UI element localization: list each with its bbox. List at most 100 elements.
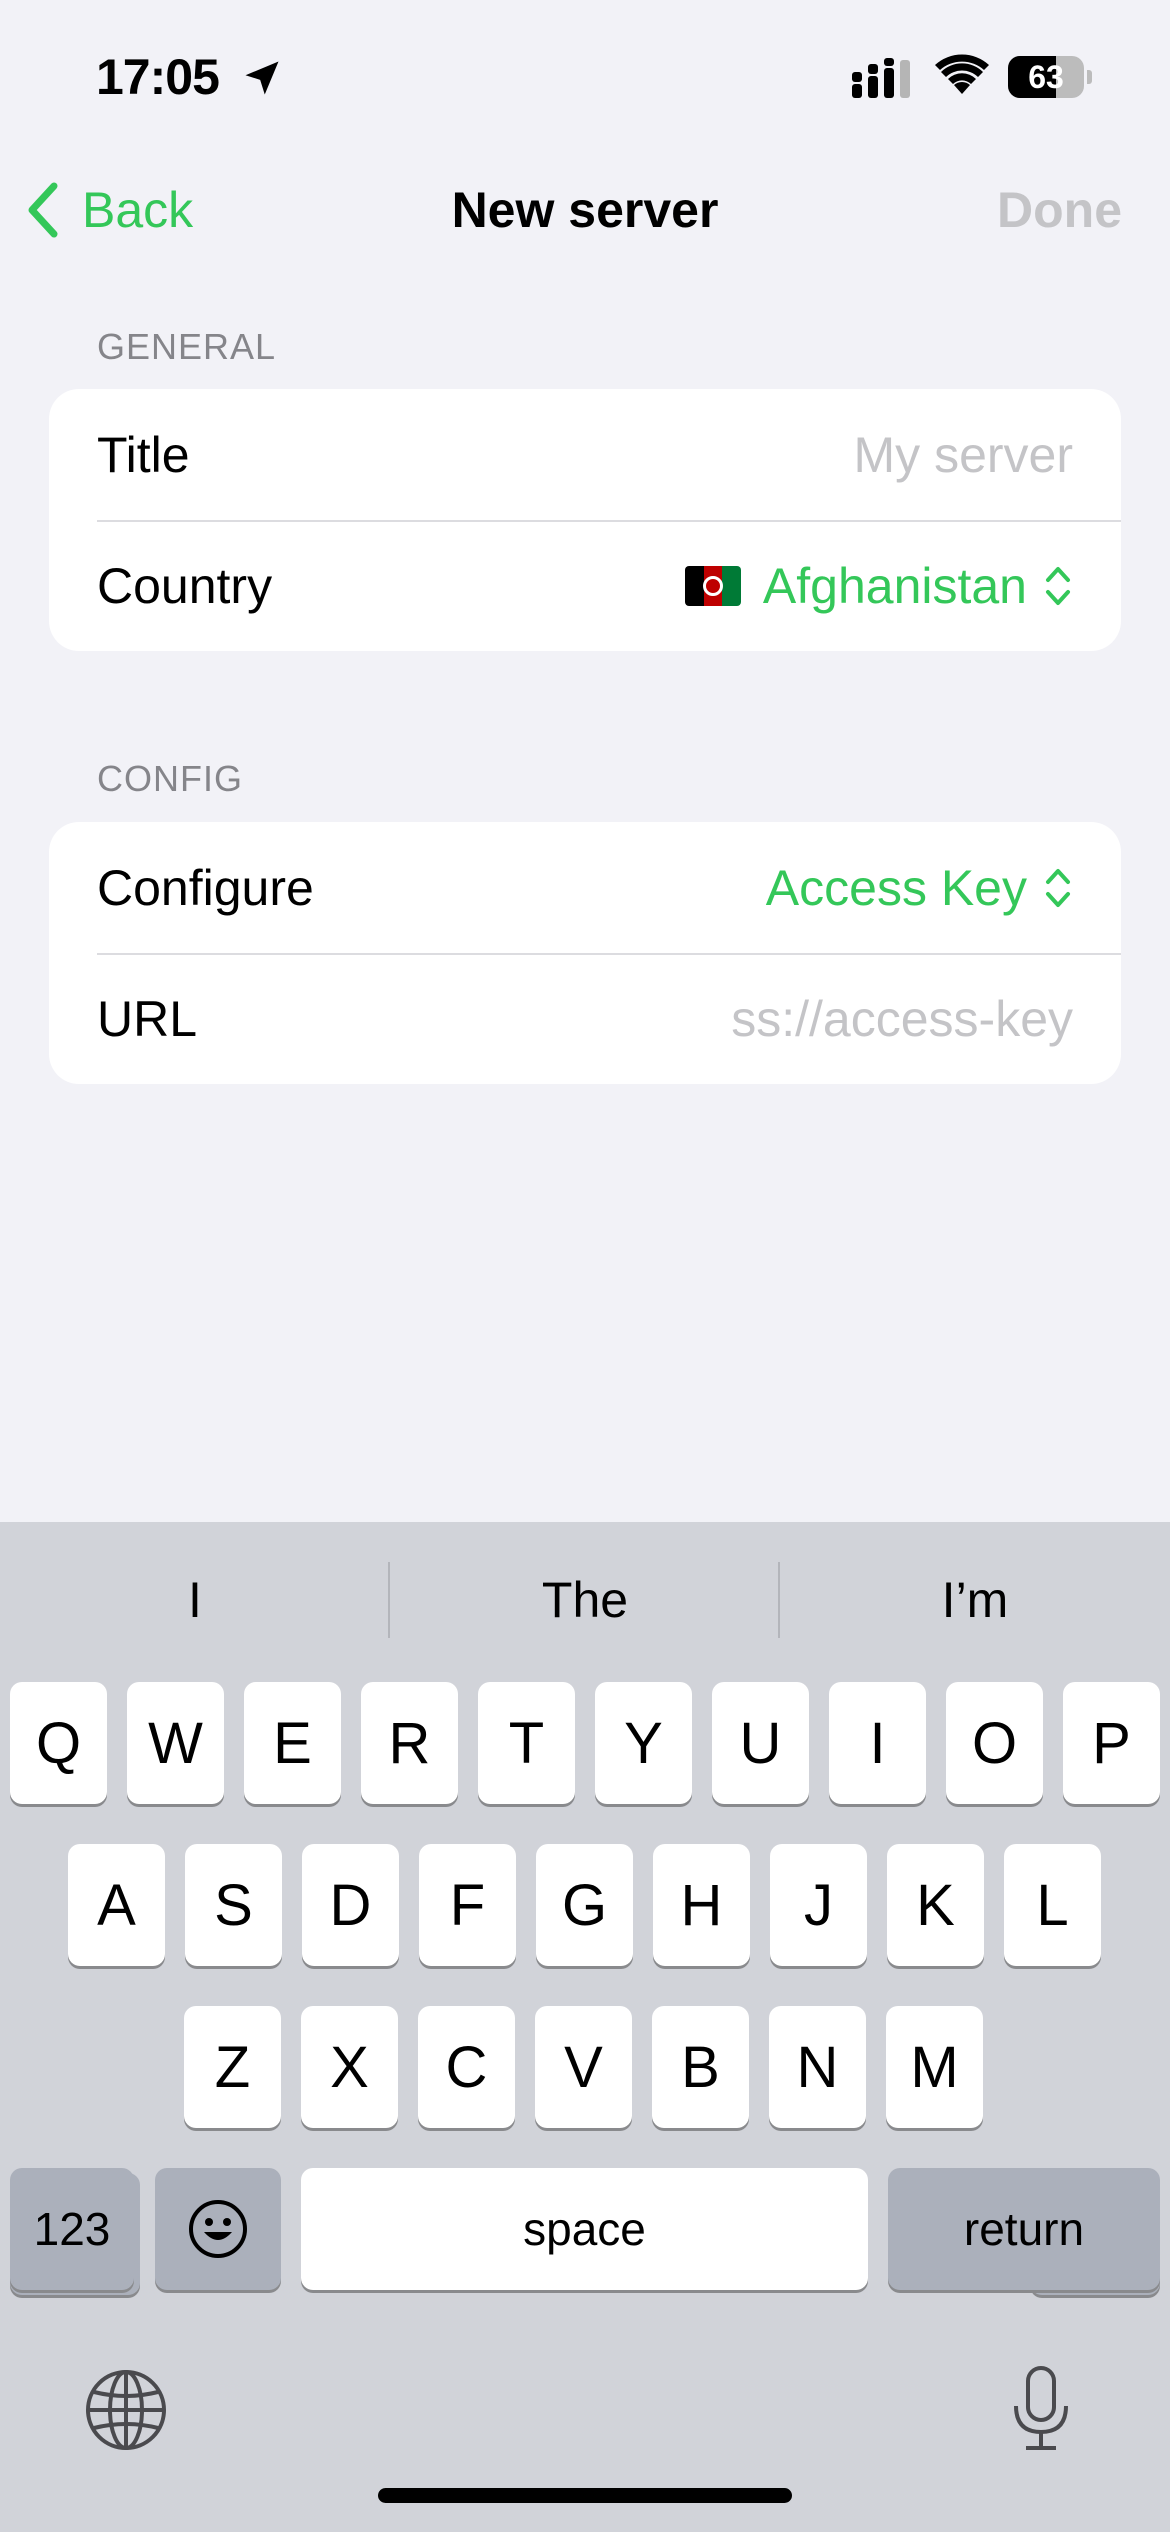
country-label: Country [97, 557, 273, 614]
key-y[interactable]: Y [595, 1682, 692, 1804]
emoji-icon [189, 2200, 247, 2258]
suggestion-divider [778, 1562, 780, 1638]
return-key-label: return [963, 2203, 1085, 2255]
country-picker[interactable]: Afghanistan [684, 557, 1073, 615]
key-label: J [804, 1872, 833, 1938]
key-x[interactable]: X [301, 2006, 398, 2128]
key-o[interactable]: O [946, 1682, 1043, 1804]
key-i[interactable]: I [829, 1682, 926, 1804]
battery-icon: 63 [1008, 56, 1092, 98]
key-b[interactable]: B [652, 2006, 749, 2128]
key-label: N [796, 2034, 839, 2100]
section-header-general: GENERAL [97, 326, 277, 367]
space-key-label: space [523, 2203, 646, 2255]
key-label: B [681, 2034, 720, 2100]
numbers-key-bottom[interactable]: 123 [10, 2168, 134, 2290]
key-c[interactable]: C [418, 2006, 515, 2128]
key-h[interactable]: H [653, 1844, 750, 1966]
key-s[interactable]: S [185, 1844, 282, 1966]
microphone-icon[interactable] [1010, 2364, 1072, 2454]
key-q[interactable]: Q [10, 1682, 107, 1804]
title-input[interactable]: My server [854, 426, 1073, 484]
status-bar: 17:05 63 [0, 0, 1170, 150]
title-label: Title [97, 426, 190, 483]
key-p[interactable]: P [1063, 1682, 1160, 1804]
key-a[interactable]: A [68, 1844, 165, 1966]
cellular-signal-icon [852, 58, 910, 98]
key-label: G [561, 1872, 608, 1938]
key-label: L [1036, 1872, 1069, 1938]
space-key[interactable]: space [301, 2168, 868, 2290]
key-label: D [329, 1872, 372, 1938]
url-input[interactable]: ss://access-key [731, 990, 1073, 1048]
screen: 17:05 63 Back New server Done GENERAL Ti… [0, 0, 1170, 2532]
key-label: O [971, 1710, 1018, 1776]
emoji-key[interactable] [155, 2168, 281, 2290]
page-title: New server [451, 182, 719, 238]
key-label: I [869, 1710, 886, 1776]
key-label: Q [35, 1710, 82, 1776]
key-u[interactable]: U [712, 1682, 809, 1804]
key-e[interactable]: E [244, 1682, 341, 1804]
key-label: H [680, 1872, 723, 1938]
chevron-up-down-icon [1046, 566, 1070, 605]
key-m[interactable]: M [886, 2006, 983, 2128]
key-k[interactable]: K [887, 1844, 984, 1966]
battery-percentage: 63 [1028, 59, 1064, 95]
key-l[interactable]: L [1004, 1844, 1101, 1966]
location-arrow-icon [245, 61, 279, 95]
suggestion-divider [388, 1562, 390, 1638]
configure-row[interactable]: Configure Access Key [49, 822, 1121, 953]
key-label: F [449, 1872, 486, 1938]
key-label: R [388, 1710, 431, 1776]
key-label: T [508, 1710, 545, 1776]
key-n[interactable]: N [769, 2006, 866, 2128]
key-v[interactable]: V [535, 2006, 632, 2128]
key-j[interactable]: J [770, 1844, 867, 1966]
url-row[interactable]: URL ss://access-key [49, 953, 1121, 1084]
country-value: Afghanistan [762, 557, 1027, 614]
key-d[interactable]: D [302, 1844, 399, 1966]
key-r[interactable]: R [361, 1682, 458, 1804]
key-label: K [916, 1872, 955, 1938]
home-indicator [378, 2488, 792, 2503]
url-label: URL [97, 990, 198, 1047]
key-label: C [445, 2034, 488, 2100]
key-label: Z [214, 2034, 251, 2100]
key-label: X [330, 2034, 369, 2100]
configure-value: Access Key [765, 859, 1027, 916]
afghanistan-flag-icon [684, 565, 741, 606]
key-label: M [910, 2034, 959, 2100]
keyboard: I The I’m QW E R T Y U I O P A S D F G H J K L Z X C V B N M [0, 1522, 1170, 2532]
wifi-icon [935, 54, 989, 94]
key-label: P [1092, 1710, 1131, 1776]
key-label: V [564, 2034, 603, 2100]
suggestion-2[interactable]: The [390, 1522, 780, 1678]
done-button[interactable]: Done [997, 178, 1122, 242]
status-time: 17:05 [96, 49, 220, 105]
key-label: E [273, 1710, 312, 1776]
country-row[interactable]: Country Afghanistan [49, 520, 1121, 651]
key-label: Y [624, 1710, 663, 1776]
key-f[interactable]: F [419, 1844, 516, 1966]
title-row[interactable]: Title My server [49, 389, 1121, 520]
suggestion-3[interactable]: I’m [780, 1522, 1170, 1678]
key-label: W [148, 1710, 203, 1776]
key-t[interactable]: T [478, 1682, 575, 1804]
configure-picker[interactable]: Access Key [766, 859, 1073, 917]
configure-label: Configure [97, 859, 314, 916]
key-g[interactable]: G [536, 1844, 633, 1966]
chevron-up-down-icon [1046, 868, 1070, 907]
key-w[interactable]: W [127, 1682, 224, 1804]
numbers-key-label: 123 [33, 2203, 111, 2255]
key-label: U [739, 1710, 782, 1776]
globe-icon[interactable] [84, 2368, 168, 2452]
return-key[interactable]: return [888, 2168, 1160, 2290]
general-group: Title My server Country Afghanistan [49, 389, 1121, 651]
key-z[interactable]: Z [184, 2006, 281, 2128]
section-header-config: CONFIG [97, 758, 243, 799]
suggestion-1[interactable]: I [0, 1522, 390, 1678]
config-group: Configure Access Key URL ss://access-key [49, 822, 1121, 1084]
key-label: S [214, 1872, 253, 1938]
key-label: A [97, 1872, 136, 1938]
